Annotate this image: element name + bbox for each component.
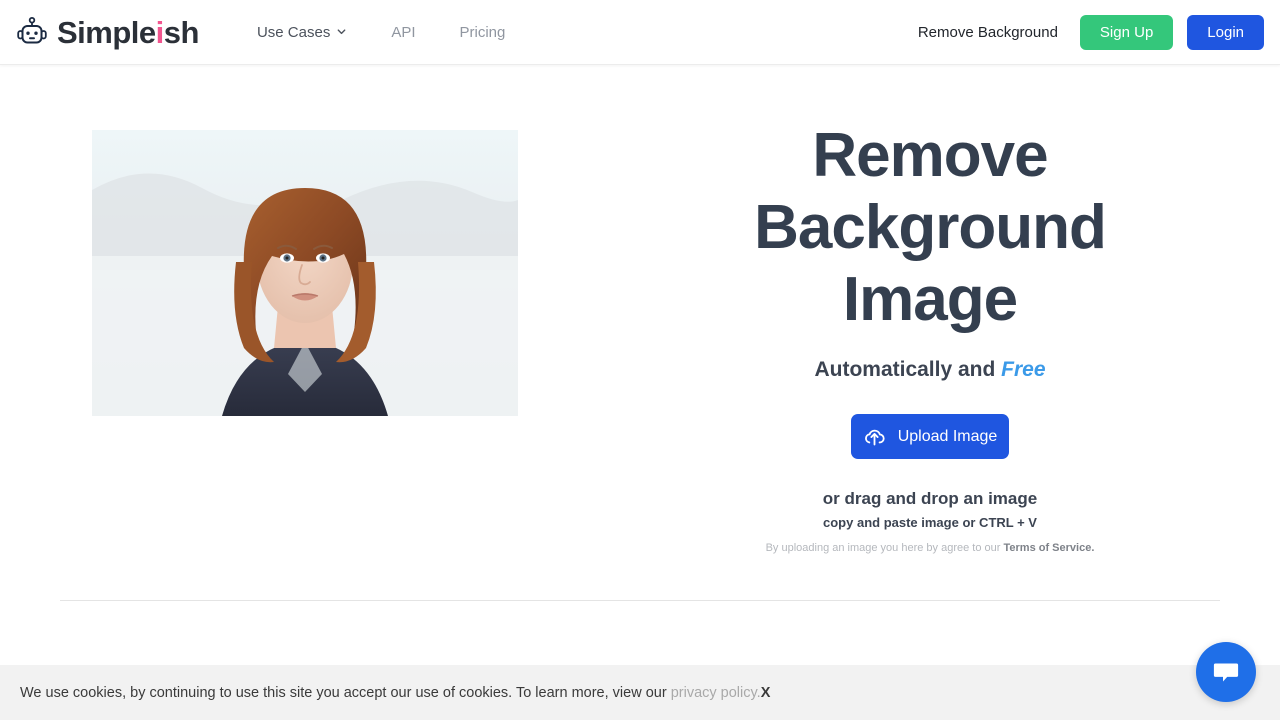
nav-item-label: Use Cases	[257, 24, 330, 41]
brand-name-accent: i	[156, 15, 164, 50]
brand-name: Simpleish	[57, 17, 199, 48]
upload-button-label: Upload Image	[898, 428, 998, 446]
paste-hint: copy and paste image or CTRL + V	[660, 515, 1200, 530]
cookie-consent-bar: We use cookies, by continuing to use thi…	[0, 665, 1280, 720]
nav-item-label: Pricing	[460, 24, 506, 41]
brand-name-tail: sh	[164, 15, 199, 50]
page-subtitle: Automatically and Free	[660, 358, 1200, 382]
hero-section: Remove Background Image Automatically an…	[0, 65, 1280, 600]
login-button[interactable]: Login	[1187, 15, 1264, 50]
terms-notice-prefix: By uploading an image you here by agree …	[766, 542, 1001, 554]
nav-item-api[interactable]: API	[369, 24, 437, 41]
subtitle-prefix: Automatically and	[814, 358, 995, 381]
cookie-message: We use cookies, by continuing to use thi…	[20, 685, 770, 701]
remove-background-link[interactable]: Remove Background	[918, 24, 1058, 41]
signup-button[interactable]: Sign Up	[1080, 15, 1173, 50]
robot-icon	[16, 16, 48, 48]
nav-item-pricing[interactable]: Pricing	[438, 24, 528, 41]
page-title: Remove Background Image	[660, 120, 1200, 336]
headline-line-2: Background	[754, 193, 1106, 262]
hero-content: Remove Background Image Automatically an…	[660, 120, 1200, 554]
terms-of-service-link[interactable]: Terms of Service.	[1003, 542, 1094, 554]
upload-image-button[interactable]: Upload Image	[851, 414, 1009, 459]
header-actions: Remove Background Sign Up Login	[918, 15, 1264, 50]
drag-drop-hint: or drag and drop an image	[660, 489, 1200, 509]
chat-widget-button[interactable]	[1196, 642, 1256, 702]
site-header: Simpleish Use Cases API Pricing Remove B…	[0, 0, 1280, 65]
headline-line-1: Remove	[812, 121, 1047, 190]
privacy-policy-link[interactable]: privacy policy.	[671, 685, 761, 701]
brand-name-main: Simple	[57, 15, 156, 50]
section-divider	[60, 600, 1220, 601]
terms-notice: By uploading an image you here by agree …	[660, 542, 1200, 554]
nav-item-use-cases[interactable]: Use Cases	[235, 24, 369, 41]
chevron-down-icon	[336, 24, 347, 41]
nav-item-label: API	[391, 24, 415, 41]
sample-photo-graphic	[92, 130, 518, 416]
main-navigation: Use Cases API Pricing	[235, 24, 527, 41]
cookie-close-button[interactable]: X	[761, 685, 771, 701]
headline-line-3: Image	[843, 265, 1017, 334]
subtitle-accent: Free	[1001, 358, 1045, 381]
brand-logo[interactable]: Simpleish	[16, 16, 199, 48]
cloud-upload-icon	[863, 425, 886, 448]
sample-photo	[92, 130, 518, 416]
chat-bubble-icon	[1212, 658, 1240, 686]
cookie-message-text: We use cookies, by continuing to use thi…	[20, 685, 667, 701]
